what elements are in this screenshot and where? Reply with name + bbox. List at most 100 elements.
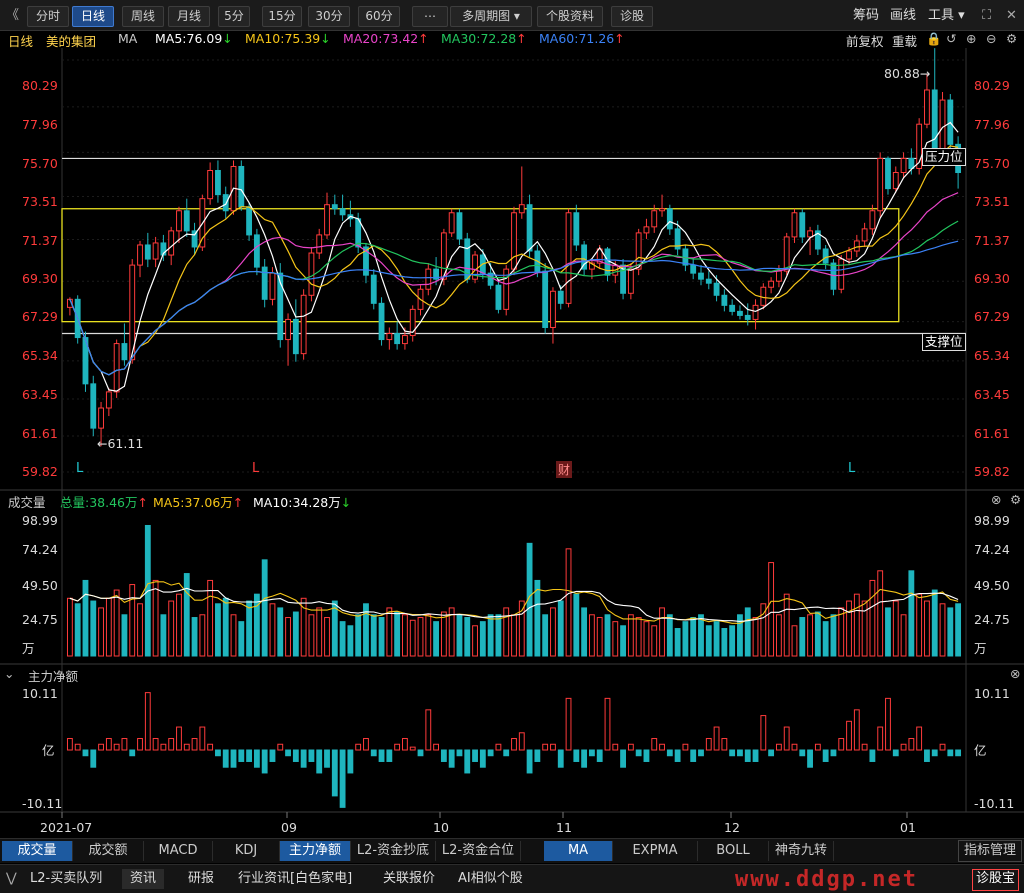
volume-title: 成交量	[8, 495, 46, 510]
volume-bar	[939, 603, 946, 657]
period-tab-2[interactable]: 周线	[122, 6, 164, 27]
netflow-bar	[425, 709, 432, 751]
volume-bar	[370, 614, 377, 657]
candle-body	[822, 248, 829, 264]
volume-tick-l-3: 24.75	[22, 612, 58, 627]
overlay-tab-0[interactable]: MA	[544, 841, 613, 861]
marker-l-1[interactable]: L	[76, 461, 83, 476]
info-tab-3[interactable]: 行业资讯[白色家电]	[238, 869, 352, 889]
period-tab-10[interactable]: 个股资料	[537, 6, 603, 27]
period-tab-7[interactable]: 60分	[358, 6, 400, 27]
netflow-bar	[253, 749, 260, 768]
netflow-bar	[807, 749, 813, 768]
volume-bar	[176, 593, 182, 657]
overlay-tab-3[interactable]: 神奇九转	[769, 841, 834, 861]
netflow-bar	[900, 743, 907, 751]
volume-bar	[620, 625, 626, 657]
indicator-tab-2[interactable]: MACD	[144, 841, 213, 861]
info-tab-5[interactable]: AI相似个股	[458, 869, 523, 889]
netflow-bar	[612, 743, 619, 751]
overlay-tab-2[interactable]: BOLL	[698, 841, 769, 861]
period-tab-4[interactable]: 5分	[218, 6, 250, 27]
earnings-marker[interactable]: 财	[556, 461, 573, 478]
marker-l-3[interactable]: L	[848, 461, 855, 476]
zoom-in-icon[interactable]: ⊕	[966, 31, 976, 46]
volume-bar	[277, 607, 284, 657]
indicator-tab-0[interactable]: 成交量	[2, 841, 73, 861]
netflow-bar	[846, 720, 852, 751]
period-tab-11[interactable]: 诊股	[611, 6, 653, 27]
netflow-bar	[472, 749, 478, 762]
candle-body	[721, 294, 728, 306]
indicator-tab-5[interactable]: L2-资金抄底	[351, 841, 436, 861]
settings-icon[interactable]: ⚙	[1006, 31, 1017, 46]
indicator-tab-1[interactable]: 成交额	[73, 841, 144, 861]
chips-button[interactable]: 筹码	[853, 6, 879, 25]
indicator-tab-3[interactable]: KDJ	[213, 841, 280, 861]
period-tab-0[interactable]: 分时	[27, 6, 69, 27]
undo-icon[interactable]: ↺	[946, 31, 956, 46]
indicator-name[interactable]: MA	[118, 31, 137, 46]
netflow-bar	[760, 715, 767, 751]
tools-menu[interactable]: 工具 ▾	[928, 6, 965, 25]
netflow-bar	[331, 749, 338, 797]
period-tab-6[interactable]: 30分	[308, 6, 350, 27]
fullscreen-icon[interactable]: ⛶	[982, 6, 991, 25]
info-tab-2[interactable]: 研报	[188, 869, 214, 889]
volume-bar	[113, 589, 120, 657]
netflow-bar	[363, 738, 369, 751]
candle-body	[744, 314, 751, 320]
period-tab-5[interactable]: 15分	[262, 6, 302, 27]
date-tick-1: 09	[281, 820, 297, 835]
volume-bar	[542, 614, 549, 657]
collapse-icon[interactable]: ⌄	[4, 666, 14, 681]
marker-l-2[interactable]: L	[252, 461, 259, 476]
volume-bar	[74, 603, 81, 657]
volume-close-icon[interactable]: ⊗	[991, 492, 1001, 507]
ma10-value: MA10:75.39	[245, 31, 331, 46]
lock-icon[interactable]: 🔒	[926, 31, 942, 47]
candle-body	[908, 157, 915, 169]
volume-bar	[869, 579, 876, 657]
zoom-out-icon[interactable]: ⊖	[986, 31, 996, 46]
candle-body	[98, 407, 104, 429]
netflow-bar	[737, 749, 743, 757]
indicator-tab-6[interactable]: L2-资金合位	[436, 841, 521, 861]
period-tab-9[interactable]: 多周期图 ▾	[450, 6, 532, 27]
volume-tick-l-2: 49.50	[22, 578, 58, 593]
netflow-close-icon[interactable]: ⊗	[1010, 666, 1020, 681]
candle-body	[425, 268, 432, 290]
indicator-tab-4[interactable]: 主力净额	[280, 841, 351, 861]
period-tab-8[interactable]: ⋯	[412, 6, 448, 27]
netflow-bar	[698, 749, 704, 757]
period-tab-1[interactable]: 日线	[72, 6, 114, 27]
volume-settings-icon[interactable]: ⚙	[1010, 492, 1021, 507]
netflow-bar	[487, 749, 494, 757]
period-tab-3[interactable]: 月线	[168, 6, 210, 27]
netflow-bar	[783, 726, 790, 751]
volume-tick-r-2: 49.50	[974, 578, 1010, 593]
draw-button[interactable]: 画线	[890, 6, 916, 25]
indicator-manage-button[interactable]: 指标管理	[958, 840, 1022, 862]
candle-body	[869, 210, 876, 230]
volume-bar	[433, 621, 440, 657]
close-icon[interactable]: ✕	[1006, 6, 1017, 25]
kline-chart[interactable]	[0, 48, 1024, 838]
netflow-bar	[74, 743, 81, 751]
netflow-bar	[238, 749, 245, 762]
info-tab-4[interactable]: 关联报价	[383, 869, 435, 889]
expand-icon[interactable]: ⋁	[6, 869, 17, 889]
back-icon[interactable]: 《	[6, 6, 19, 25]
volume-bar	[955, 603, 962, 657]
info-tab-0[interactable]: L2-买卖队列	[30, 869, 102, 889]
price-tick-l-2: 75.70	[22, 156, 58, 171]
netflow-bar	[885, 697, 891, 751]
overlay-tab-1[interactable]: EXPMA	[613, 841, 698, 861]
candle-body	[783, 236, 790, 272]
netflow-bar	[705, 738, 712, 751]
netflow-bar	[433, 743, 440, 751]
candle-body	[90, 383, 97, 429]
diagnose-button[interactable]: 诊股宝	[972, 869, 1020, 891]
candle-body	[698, 272, 704, 280]
info-tab-1[interactable]: 资讯	[122, 869, 165, 889]
